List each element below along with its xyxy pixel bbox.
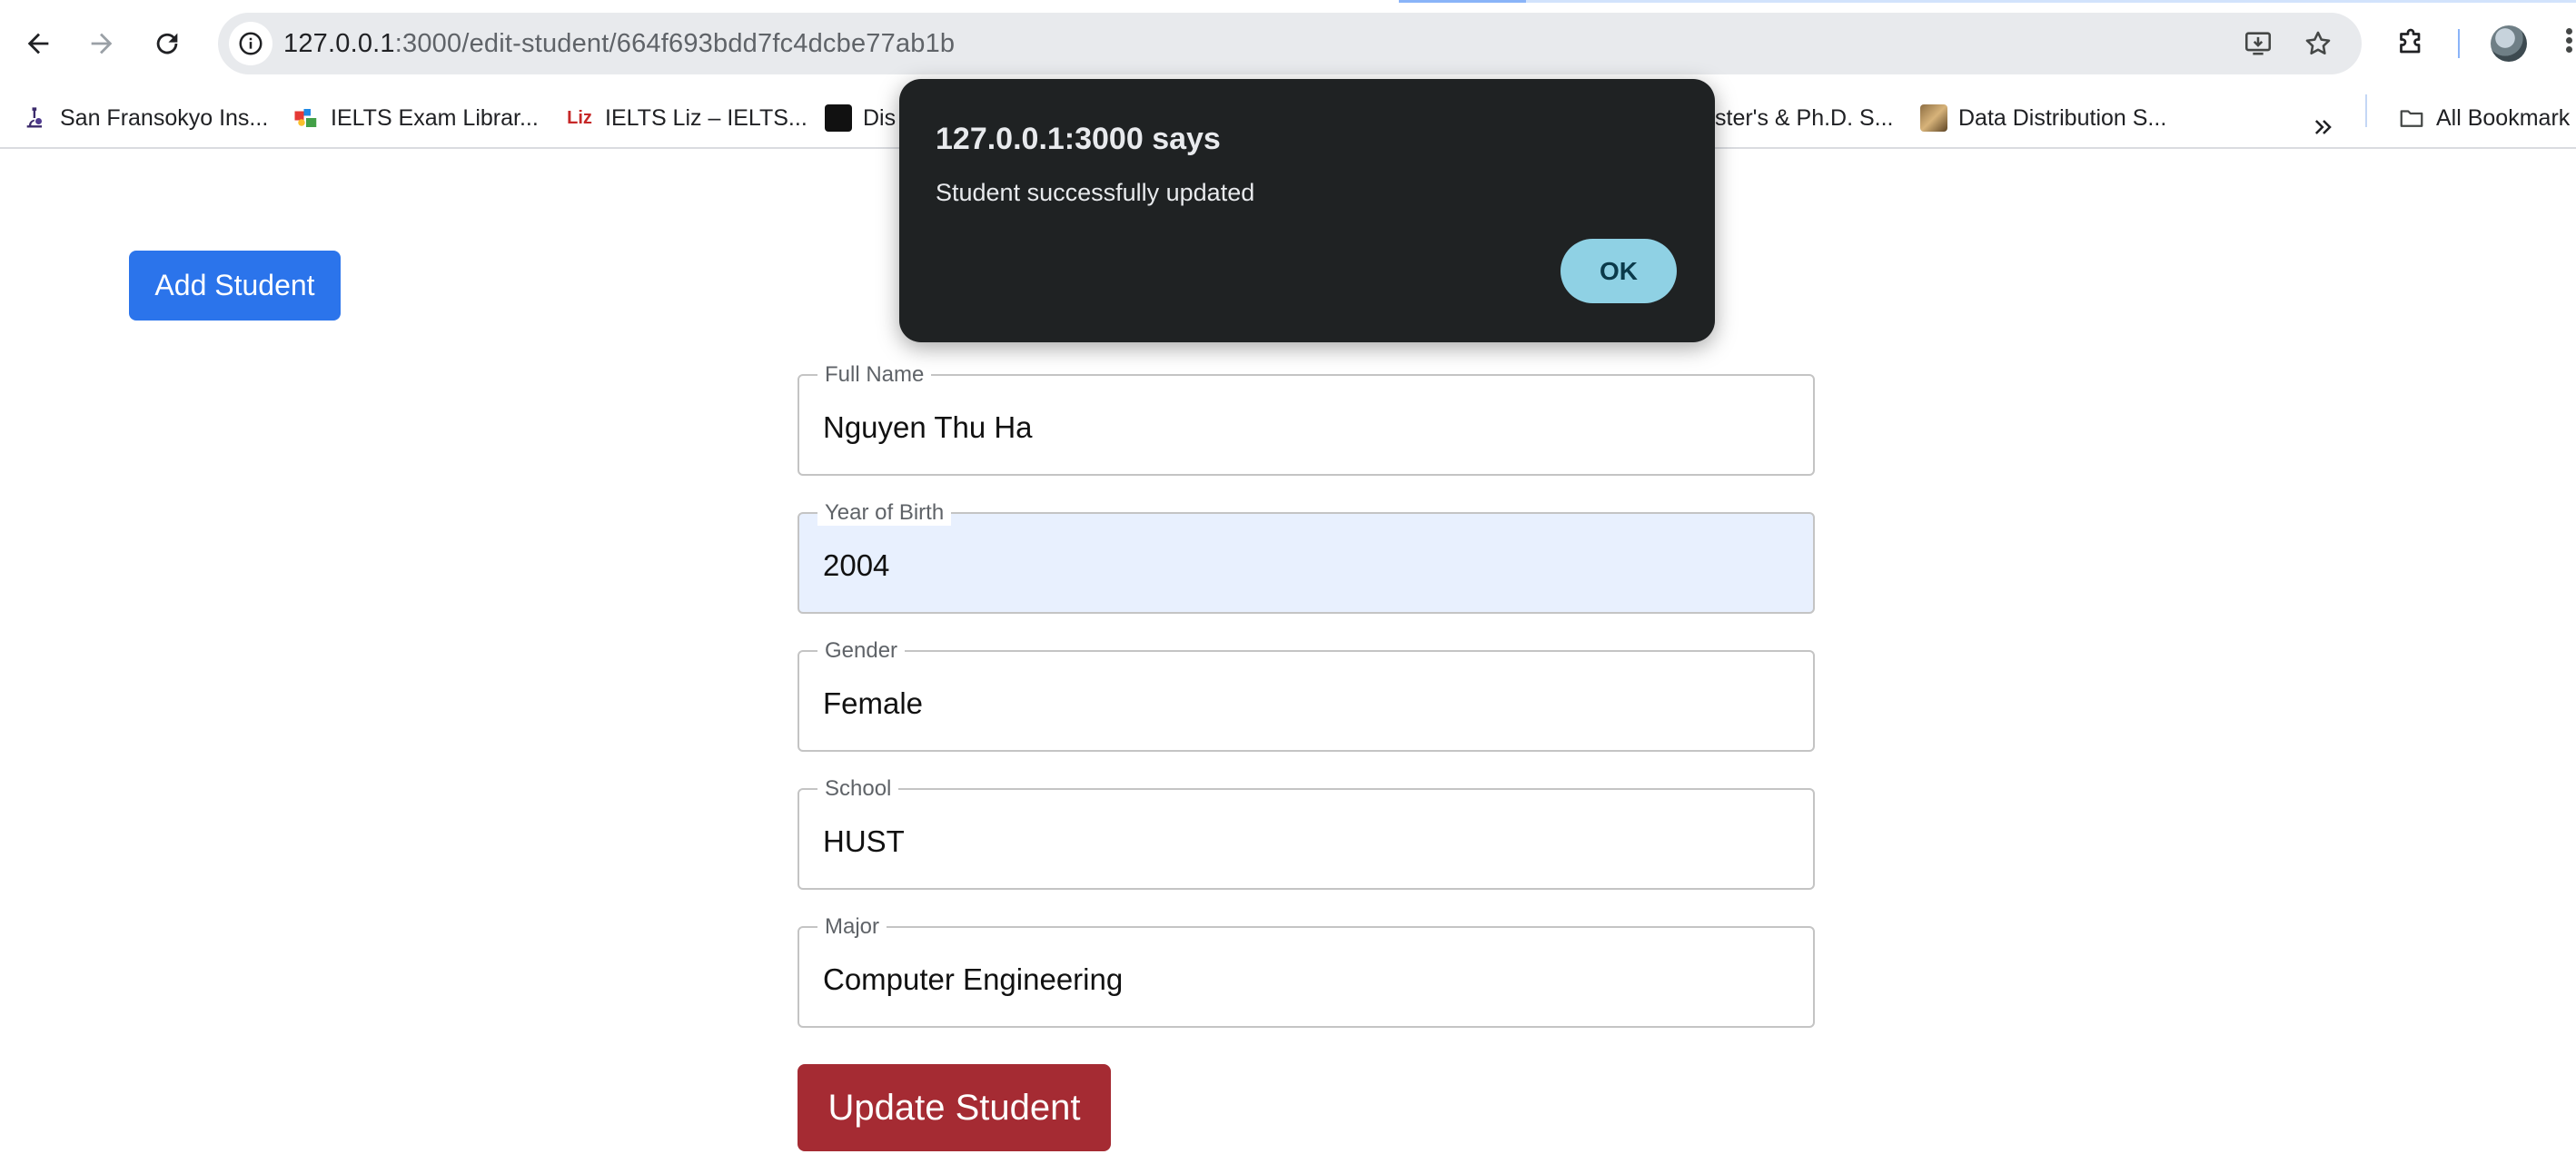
bookmark-item[interactable]: Liz IELTS Liz – IELTS... [565,102,807,134]
loading-indicator-track [1526,0,2576,3]
bookmarks-divider [2365,94,2367,127]
loading-indicator [1399,0,1526,3]
year-of-birth-field[interactable]: Year of Birth 2004 [798,500,1815,614]
bookmark-label: San Fransokyo Ins... [60,104,269,131]
url-text[interactable]: 127.0.0.1:3000/edit-student/664f693bdd7f… [283,29,955,59]
year-of-birth-value: 2004 [823,548,890,582]
liz-icon: Liz [567,107,592,128]
microscope-icon [22,104,49,132]
bookmark-label: IELTS Exam Librar... [331,104,539,131]
arrow-left-icon [27,33,49,54]
school-label: School [817,776,899,802]
bookmark-label: IELTS Liz – IELTS... [605,104,807,131]
gender-label: Gender [817,638,906,664]
toolbar-divider [2458,29,2460,58]
address-bar[interactable]: 127.0.0.1:3000/edit-student/664f693bdd7f… [218,13,2362,74]
site-info-button[interactable] [229,22,272,65]
full-name-label: Full Name [817,362,932,388]
puzzle-icon [2400,28,2421,54]
bookmark-item[interactable]: Data Distribution S... [1920,102,2166,134]
info-icon [239,32,263,55]
gender-value: Female [823,686,924,720]
dialog-title: 127.0.0.1:3000 says [936,122,1221,156]
bookmark-label: Dis [863,104,897,131]
major-field[interactable]: Major Computer Engineering [798,914,1815,1028]
alert-dialog: 127.0.0.1:3000 says Student successfully… [899,79,1715,342]
url-host: 127.0.0.1 [283,29,395,58]
bookmark-star-button[interactable] [2300,25,2336,62]
url-path: :3000/edit-student/664f693bdd7fc4dcbe77a… [394,29,956,58]
star-icon [2305,31,2331,55]
chevron-double-right-icon [2314,120,2332,134]
bookmark-item[interactable]: IELTS Exam Librar... [292,102,539,134]
black-square-icon [825,104,852,132]
all-bookmarks-button[interactable]: All Bookmark [2398,102,2570,134]
book-cover-icon [1920,104,1947,132]
dialog-message: Student successfully updated [936,179,1255,206]
profile-avatar[interactable] [2491,25,2527,62]
school-field[interactable]: School HUST [798,776,1815,890]
back-button[interactable] [13,18,64,69]
ielts-library-icon [292,104,320,132]
bookmark-item[interactable]: ster's & Ph.D. S... [1715,102,1894,134]
bookmark-label: ster's & Ph.D. S... [1715,104,1894,131]
bookmark-item[interactable]: San Fransokyo Ins... [22,102,268,134]
folder-icon [2398,104,2425,132]
add-student-button[interactable]: Add Student [129,251,341,321]
school-value: HUST [823,824,905,858]
install-icon [2244,32,2272,55]
year-of-birth-label: Year of Birth [817,500,952,526]
browser-toolbar: 127.0.0.1:3000/edit-student/664f693bdd7f… [0,0,2576,87]
more-bookmarks-button[interactable] [2305,109,2342,145]
ok-button[interactable]: OK [1560,239,1677,303]
bookmark-item[interactable]: Dis [825,102,896,134]
full-name-value: Nguyen Thu Ha [823,410,1033,444]
arrow-right-icon [91,33,113,54]
browser-menu-button[interactable] [2561,25,2576,62]
extensions-button[interactable] [2387,20,2434,67]
update-student-button[interactable]: Update Student [798,1064,1111,1151]
forward-button[interactable] [76,18,127,69]
all-bookmarks-label: All Bookmark [2436,104,2571,131]
reload-button[interactable] [142,18,193,69]
bookmark-label: Data Distribution S... [1958,104,2167,131]
major-label: Major [817,914,887,940]
install-app-button[interactable] [2240,25,2276,62]
gender-field[interactable]: Gender Female [798,638,1815,752]
major-value: Computer Engineering [823,962,1124,996]
full-name-field[interactable]: Full Name Nguyen Thu Ha [798,362,1815,476]
reload-icon [156,33,178,54]
